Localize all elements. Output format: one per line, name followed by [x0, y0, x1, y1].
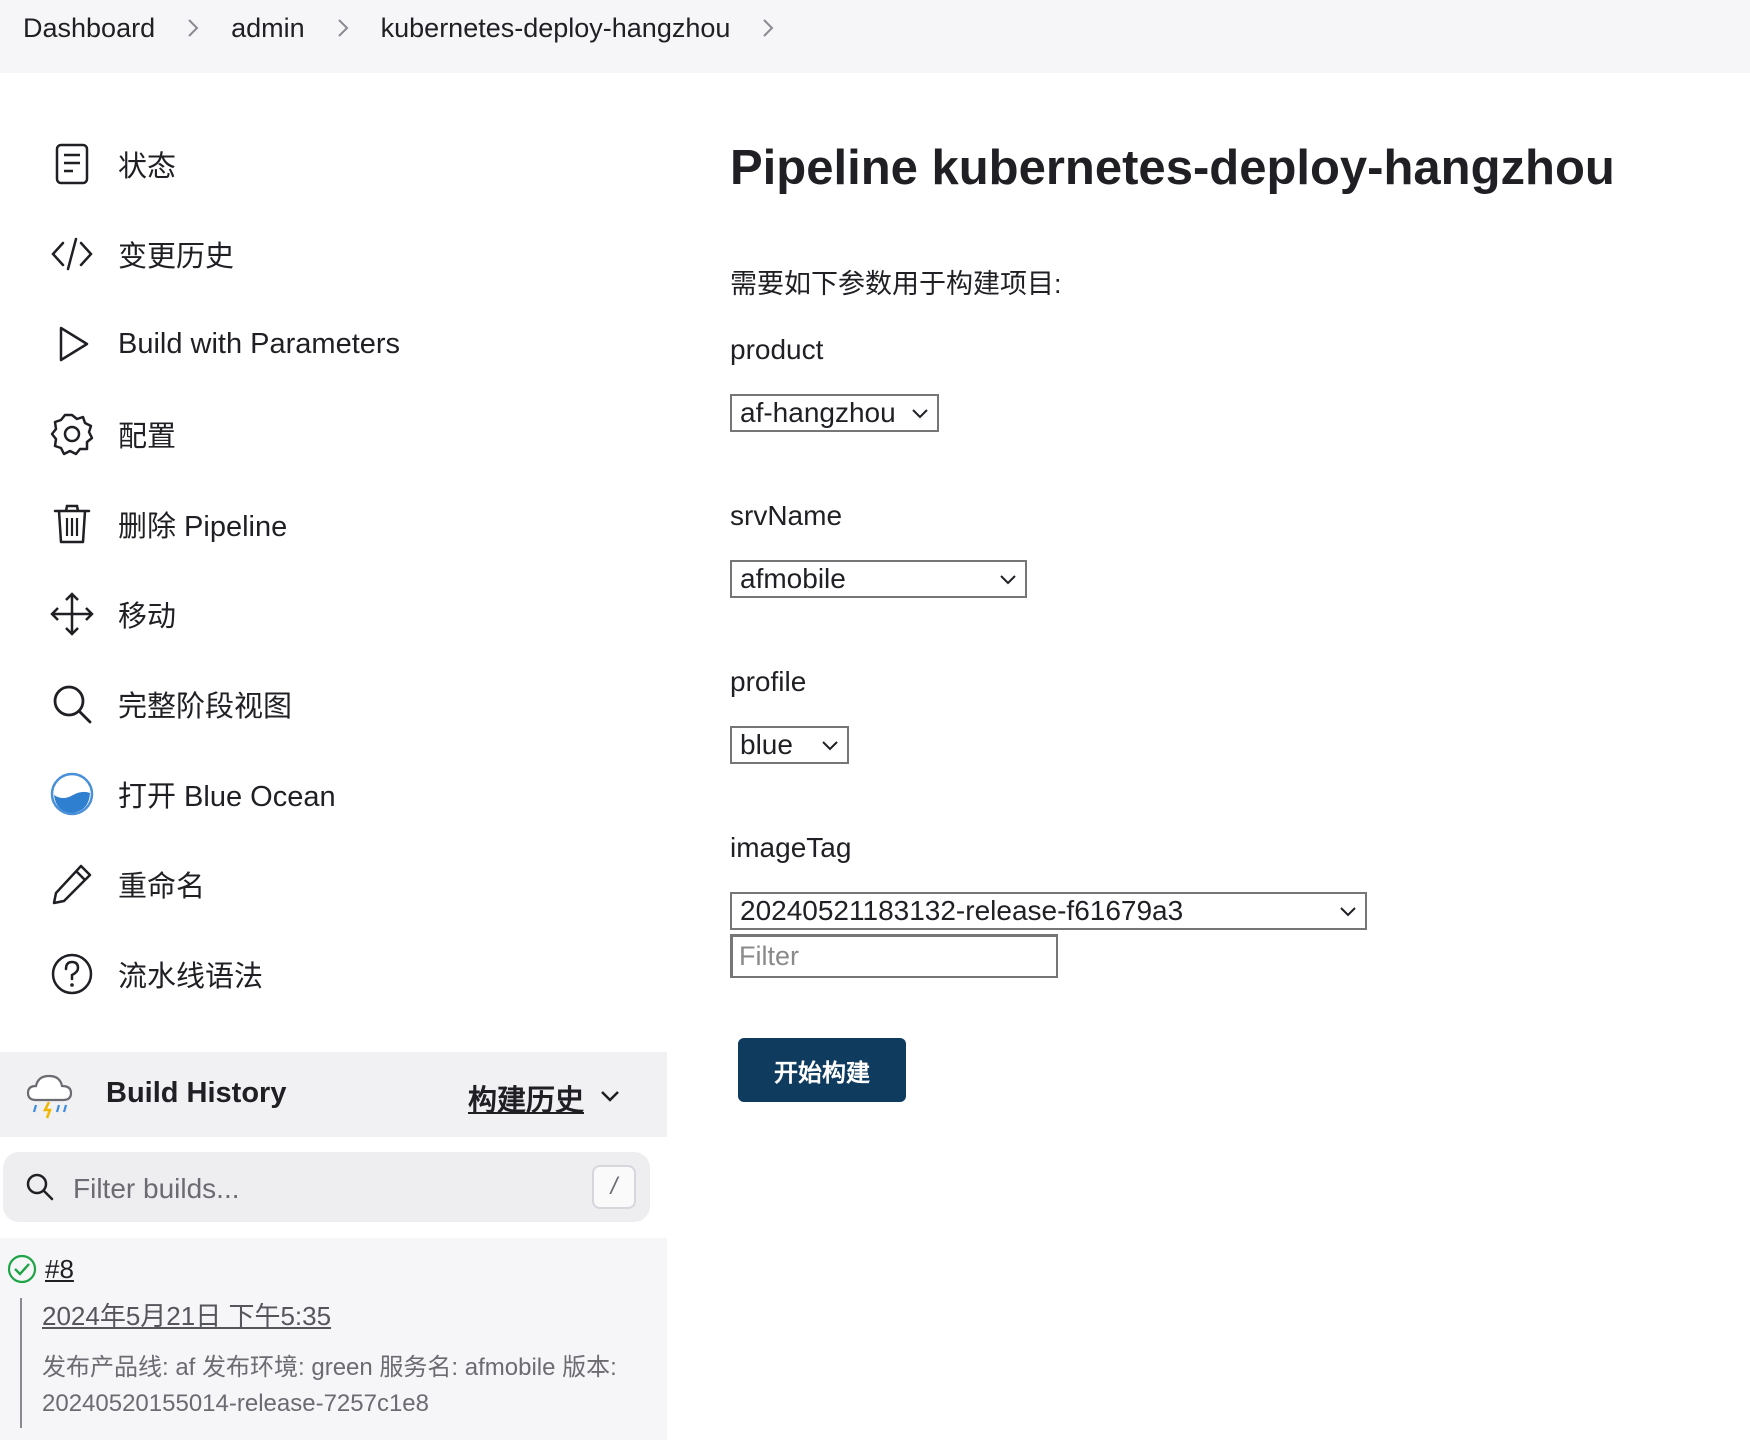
- build-divider: [20, 1298, 22, 1428]
- breadcrumb-dashboard[interactable]: Dashboard: [23, 13, 155, 44]
- search-icon: [26, 1173, 54, 1201]
- help-icon: [48, 950, 96, 998]
- breadcrumb-job[interactable]: kubernetes-deploy-hangzhou: [381, 13, 731, 44]
- filter-builds-input[interactable]: Filter builds...: [73, 1173, 240, 1205]
- sidebar-item-label: 配置: [118, 421, 177, 453]
- profile-select[interactable]: blue: [730, 726, 849, 764]
- sidebar-item-full-stage-view[interactable]: 完整阶段视图: [48, 674, 608, 734]
- build-date-link[interactable]: 2024年5月21日 下午5:35: [42, 1296, 331, 1333]
- chevron-right-icon: [184, 17, 202, 39]
- sidebar-item-label: 移动: [118, 601, 177, 633]
- sidebar-item-label: 打开 Blue Ocean: [118, 781, 336, 813]
- sidebar-item-label: 完整阶段视图: [118, 691, 293, 723]
- gear-icon: [48, 410, 96, 458]
- start-build-button[interactable]: 开始构建: [738, 1038, 906, 1102]
- product-select[interactable]: af-hangzhou: [730, 394, 939, 432]
- param-label-profile: profile: [730, 666, 807, 697]
- breadcrumb-admin[interactable]: admin: [231, 13, 305, 44]
- chevron-right-icon: [334, 17, 352, 39]
- breadcrumb: Dashboard admin kubernetes-deploy-hangzh…: [23, 0, 806, 56]
- build-history-header: Build History 构建历史: [0, 1052, 667, 1137]
- param-label-imagetag: imageTag: [730, 832, 852, 863]
- chevron-down-icon[interactable]: [598, 1084, 622, 1108]
- page-title: Pipeline kubernetes-deploy-hangzhou: [730, 141, 1615, 195]
- sidebar-item-label: 重命名: [118, 871, 206, 903]
- build-row: #8 2024年5月21日 下午5:35 发布产品线: af 发布环境: gre…: [0, 1238, 667, 1440]
- trash-icon: [48, 500, 96, 548]
- play-icon: [48, 320, 96, 368]
- param-label-srvname: srvName: [730, 500, 843, 531]
- chevron-down-icon: [1000, 575, 1016, 585]
- profile-select-value: blue: [740, 729, 793, 760]
- sidebar-item-status[interactable]: 状态: [48, 134, 608, 194]
- top-bar: Dashboard admin kubernetes-deploy-hangzh…: [0, 0, 1750, 73]
- srvname-select-value: afmobile: [740, 563, 846, 594]
- imagetag-filter-input[interactable]: [730, 934, 1058, 978]
- imagetag-select-value: 20240521183132-release-f61679a3: [740, 895, 1184, 926]
- parameters-intro: 需要如下参数用于构建项目:: [730, 269, 1062, 299]
- sidebar-item-label: 流水线语法: [118, 961, 264, 993]
- sidebar-item-label: 状态: [118, 151, 177, 183]
- pencil-icon: [48, 860, 96, 908]
- build-history-title: Build History: [106, 1077, 287, 1109]
- blue-ocean-icon: [48, 770, 96, 818]
- search-icon: [48, 680, 96, 728]
- sidebar-item-label: 变更历史: [118, 241, 235, 273]
- sidebar-item-rename[interactable]: 重命名: [48, 854, 608, 914]
- sidebar-item-configure[interactable]: 配置: [48, 404, 608, 464]
- sidebar-item-move[interactable]: 移动: [48, 584, 608, 644]
- chevron-right-icon[interactable]: [759, 17, 777, 39]
- sidebar-item-label: 删除 Pipeline: [118, 511, 288, 543]
- keyboard-shortcut-hint: /: [592, 1165, 636, 1209]
- imagetag-select[interactable]: 20240521183132-release-f61679a3: [730, 892, 1367, 930]
- success-check-icon: [7, 1254, 37, 1284]
- sidebar-item-changes[interactable]: 变更历史: [48, 224, 608, 284]
- sidebar-item-delete-pipeline[interactable]: 删除 Pipeline: [48, 494, 608, 554]
- document-icon: [48, 140, 96, 188]
- weather-storm-icon: [26, 1074, 73, 1119]
- sidebar-item-label: Build with Parameters: [118, 327, 401, 360]
- sidebar-item-blue-ocean[interactable]: 打开 Blue Ocean: [48, 764, 608, 824]
- sidebar-item-pipeline-syntax[interactable]: 流水线语法: [48, 944, 608, 1004]
- sidebar-item-build-with-parameters[interactable]: Build with Parameters: [48, 314, 608, 374]
- srvname-select[interactable]: afmobile: [730, 560, 1027, 598]
- build-description: 发布产品线: af 发布环境: green 服务名: afmobile 版本: …: [42, 1354, 617, 1417]
- chevron-down-icon: [822, 741, 838, 751]
- chevron-down-icon: [912, 409, 928, 419]
- param-label-product: product: [730, 334, 824, 365]
- code-icon: [48, 230, 96, 278]
- move-icon: [48, 590, 96, 638]
- chevron-down-icon: [1340, 907, 1356, 917]
- product-select-value: af-hangzhou: [740, 397, 896, 428]
- build-history-trend-link[interactable]: 构建历史: [468, 1077, 584, 1119]
- filter-builds-box[interactable]: Filter builds... /: [3, 1152, 650, 1222]
- build-number-link[interactable]: #8: [45, 1254, 74, 1285]
